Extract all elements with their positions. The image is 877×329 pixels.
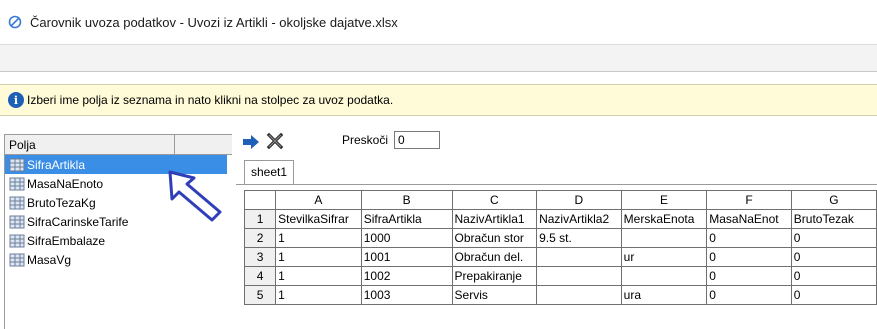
row-header[interactable]: 5: [243, 285, 277, 305]
grid-cell[interactable]: Prepakiranje: [451, 266, 538, 286]
field-icon: [9, 158, 25, 171]
grid-cell[interactable]: 0: [706, 247, 792, 267]
table-row: 1 StevilkaSifrar SifraArtikla NazivArtik…: [243, 209, 877, 229]
grid-cell[interactable]: MasaNaEnot: [706, 209, 792, 229]
info-icon: i: [8, 92, 24, 108]
grid-cell[interactable]: Obračun del.: [451, 247, 538, 267]
grid-cell[interactable]: 0: [790, 228, 877, 248]
field-icon: [9, 253, 25, 266]
grid-cell[interactable]: 0: [706, 228, 792, 248]
sheet-grid: A B C D E F G 1 StevilkaSifrar SifraArti…: [243, 190, 877, 305]
grid-cell[interactable]: 1: [275, 247, 362, 267]
tab-strip-divider: [236, 184, 877, 185]
grid-cell[interactable]: ur: [620, 247, 708, 267]
row-header[interactable]: 3: [243, 247, 277, 267]
table-row: 3 1 1001 Obračun del. ur 0 0: [243, 247, 877, 267]
grid-cell[interactable]: 0: [790, 285, 877, 305]
grid-cell[interactable]: 1: [275, 285, 362, 305]
wizard-icon: [8, 15, 22, 29]
grid-cell[interactable]: 1001: [360, 247, 453, 267]
grid-cell[interactable]: [536, 285, 622, 305]
table-row: 2 1 1000 Obračun stor 9.5 st. 0 0: [243, 228, 877, 248]
fields-column-header-empty[interactable]: [175, 135, 232, 154]
arrow-right-icon[interactable]: [242, 134, 260, 150]
table-row: 5 1 1003 Servis ura 0 0: [243, 285, 877, 305]
column-header-f[interactable]: F: [706, 190, 792, 210]
grid-cell[interactable]: [620, 266, 708, 286]
field-icon: [9, 177, 25, 190]
grid-cell[interactable]: [620, 228, 708, 248]
column-header-row: A B C D E F G: [243, 190, 877, 210]
row-header[interactable]: 4: [243, 266, 277, 286]
grid-cell[interactable]: 1: [275, 266, 362, 286]
import-pane: Preskoči sheet1 A B C D E F G 1 Stevilka…: [236, 124, 877, 329]
grid-cell[interactable]: 0: [706, 285, 792, 305]
field-icon: [9, 196, 25, 209]
grid-cell[interactable]: 0: [706, 266, 792, 286]
column-header-d[interactable]: D: [536, 190, 622, 210]
grid-cell[interactable]: 1: [275, 228, 362, 248]
column-header-a[interactable]: A: [275, 190, 362, 210]
grid-cell[interactable]: BrutoTezak: [790, 209, 877, 229]
field-item-sifraembalaze[interactable]: SifraEmbalaze: [5, 231, 232, 250]
column-header-g[interactable]: G: [790, 190, 877, 210]
field-item-masavg[interactable]: MasaVg: [5, 250, 232, 269]
tab-sheet1[interactable]: sheet1: [244, 160, 295, 184]
fields-panel: Polja SifraArtikla MasaNaEnoto BrutoTeza…: [4, 134, 232, 329]
grid-cell[interactable]: 1002: [360, 266, 453, 286]
corner-cell: [243, 190, 277, 210]
grid-cell[interactable]: 1003: [360, 285, 453, 305]
pointer-arrow-icon: [168, 170, 222, 222]
info-bar: i Izberi ime polja iz seznama in nato kl…: [0, 84, 877, 116]
column-header-c[interactable]: C: [451, 190, 538, 210]
window-title: Čarovnik uvoza podatkov - Uvozi iz Artik…: [30, 14, 398, 30]
delete-x-icon[interactable]: [266, 132, 284, 150]
column-header-e[interactable]: E: [620, 190, 708, 210]
grid-cell[interactable]: [536, 266, 622, 286]
grid-cell[interactable]: NazivArtikla1: [451, 209, 538, 229]
info-text: Izberi ime polja iz seznama in nato klik…: [27, 93, 394, 107]
grid-cell[interactable]: SifraArtikla: [360, 209, 453, 229]
grid-cell[interactable]: MerskaEnota: [620, 209, 708, 229]
row-header[interactable]: 2: [243, 228, 277, 248]
grid-cell[interactable]: Servis: [451, 285, 538, 305]
grid-cell[interactable]: NazivArtikla2: [536, 209, 622, 229]
field-icon: [9, 215, 25, 228]
grid-cell[interactable]: StevilkaSifrar: [275, 209, 362, 229]
import-toolbar: Preskoči: [236, 124, 877, 156]
grid-cell[interactable]: Obračun stor: [451, 228, 538, 248]
grid-cell[interactable]: 9.5 st.: [536, 228, 622, 248]
column-header-b[interactable]: B: [360, 190, 453, 210]
fields-column-header[interactable]: Polja: [5, 135, 175, 154]
grid-cell[interactable]: 0: [790, 266, 877, 286]
field-icon: [9, 234, 25, 247]
skip-input[interactable]: [394, 131, 440, 149]
grid-cell[interactable]: 1000: [360, 228, 453, 248]
grid-cell[interactable]: 0: [790, 247, 877, 267]
grid-cell[interactable]: ura: [620, 285, 708, 305]
row-header[interactable]: 1: [243, 209, 277, 229]
fields-panel-header[interactable]: Polja: [5, 135, 232, 155]
table-row: 4 1 1002 Prepakiranje 0 0: [243, 266, 877, 286]
menu-strip: [0, 44, 877, 72]
title-bar: Čarovnik uvoza podatkov - Uvozi iz Artik…: [0, 0, 877, 44]
skip-label: Preskoči: [342, 133, 389, 147]
grid-cell[interactable]: [536, 247, 622, 267]
